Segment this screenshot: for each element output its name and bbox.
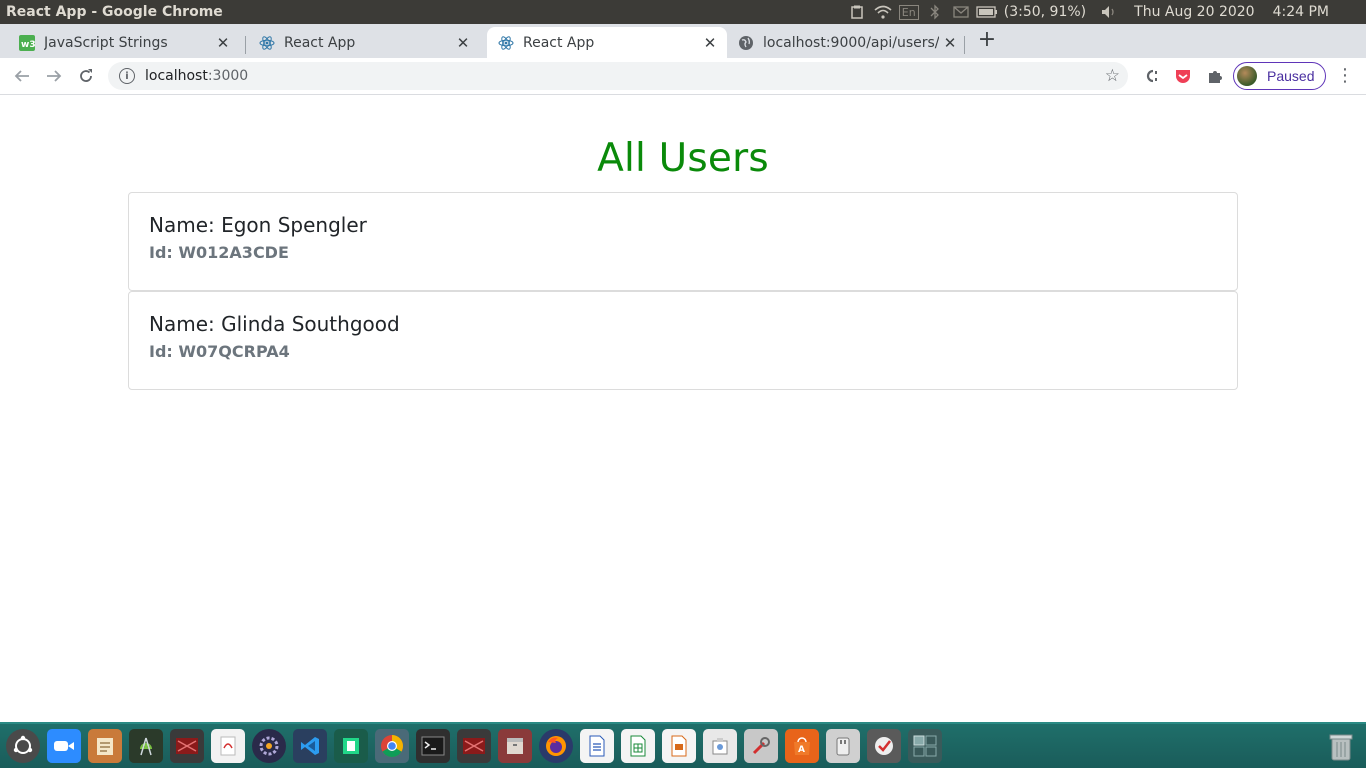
new-tab-button[interactable]: + (976, 29, 998, 53)
tab-label: React App (523, 34, 595, 51)
keyboard-layout-indicator[interactable]: En (896, 0, 922, 24)
android-studio-icon[interactable] (129, 729, 163, 763)
tab-label: JavaScript Strings (44, 34, 168, 51)
writer-document-icon[interactable] (580, 729, 614, 763)
tab-close-icon[interactable]: ✕ (452, 34, 474, 52)
chrome-menu-icon[interactable]: ⋮ (1336, 65, 1354, 86)
page-title: All Users (597, 136, 769, 181)
user-card: Name: Egon Spengler Id: W012A3CDE (128, 192, 1238, 291)
react-icon (259, 35, 275, 51)
url-host: localhost (145, 68, 208, 84)
page-content: All Users Name: Egon Spengler Id: W012A3… (0, 96, 1366, 722)
app-icon-red-2[interactable] (457, 729, 491, 763)
impress-presentation-icon[interactable] (662, 729, 696, 763)
tab-close-icon[interactable]: ✕ (699, 34, 721, 52)
wifi-icon[interactable] (870, 0, 896, 24)
battery-icon[interactable] (974, 0, 1000, 24)
forward-button[interactable] (42, 64, 66, 88)
browser-toolbar: i localhost:3000 ☆ Paused ⋮ (0, 58, 1366, 95)
mail-icon[interactable] (948, 0, 974, 24)
user-name: Name: Egon Spengler (149, 213, 367, 237)
reload-button[interactable] (74, 64, 98, 88)
tab-label: localhost:9000/api/users/ (763, 34, 939, 51)
url-port: :3000 (207, 68, 249, 84)
user-id: Id: W012A3CDE (149, 243, 289, 262)
avatar (1237, 66, 1257, 86)
profile-status-label: Paused (1267, 68, 1315, 84)
trash-icon[interactable] (1324, 728, 1358, 764)
url-text[interactable]: localhost:3000 (145, 68, 248, 84)
tab-javascript-strings[interactable]: w3 JavaScript Strings ✕ (0, 27, 240, 58)
battery-status: (3:50, 91%) (1003, 4, 1087, 20)
os-top-bar: React App - Google Chrome En (3:50, 91%)… (0, 0, 1366, 24)
extension-c-icon[interactable] (1141, 66, 1161, 86)
user-id: Id: W07QCRPA4 (149, 342, 290, 361)
launcher-dock: A (0, 722, 1366, 768)
tab-divider (964, 36, 965, 54)
calc-spreadsheet-icon[interactable] (621, 729, 655, 763)
bookmark-star-icon[interactable]: ☆ (1105, 66, 1120, 86)
system-tray: En (3:50, 91%) Thu Aug 20 2020 4:24 PM (844, 0, 1366, 24)
profile-button[interactable]: Paused (1233, 62, 1326, 90)
usb-creator-icon[interactable] (826, 729, 860, 763)
firefox-icon[interactable] (539, 729, 573, 763)
task-checker-icon[interactable] (867, 729, 901, 763)
clipboard-icon[interactable] (844, 0, 870, 24)
svg-text:w3: w3 (21, 40, 35, 50)
software-center-icon[interactable]: A (785, 729, 819, 763)
volume-icon[interactable] (1096, 0, 1122, 24)
tab-close-icon[interactable]: ✕ (939, 34, 961, 52)
file-archive-icon[interactable] (498, 729, 532, 763)
w3schools-icon: w3 (19, 34, 35, 51)
globe-icon (738, 35, 754, 51)
ubuntu-dash-icon[interactable] (6, 729, 40, 763)
zoom-icon[interactable] (47, 729, 81, 763)
settings-gear-icon[interactable] (252, 729, 286, 763)
pdf-viewer-icon[interactable] (211, 729, 245, 763)
bluetooth-icon[interactable] (922, 0, 948, 24)
package-installer-icon[interactable] (703, 729, 737, 763)
tab-close-icon[interactable]: ✕ (212, 34, 234, 52)
address-bar[interactable]: i localhost:3000 ☆ (108, 62, 1128, 90)
user-card: Name: Glinda Southgood Id: W07QCRPA4 (128, 291, 1238, 390)
vscode-icon[interactable] (293, 729, 327, 763)
site-info-icon[interactable]: i (119, 68, 135, 84)
tab-label: React App (284, 34, 356, 51)
pocket-icon[interactable] (1173, 66, 1193, 86)
pycharm-icon[interactable] (334, 729, 368, 763)
tab-react-app[interactable]: React App ✕ (240, 27, 480, 58)
window-title: React App - Google Chrome (6, 4, 223, 20)
back-button[interactable] (10, 64, 34, 88)
date-label[interactable]: Thu Aug 20 2020 (1122, 4, 1264, 20)
system-tools-icon[interactable] (744, 729, 778, 763)
react-icon (498, 35, 514, 51)
tab-strip: w3 JavaScript Strings ✕ React App ✕ Reac… (0, 24, 1366, 58)
text-editor-icon[interactable] (88, 729, 122, 763)
workspace-switcher-icon[interactable] (908, 729, 942, 763)
keyboard-layout-label: En (898, 4, 919, 20)
terminal-icon[interactable] (416, 729, 450, 763)
clock-label[interactable]: 4:24 PM (1265, 4, 1366, 20)
chrome-icon[interactable] (375, 729, 409, 763)
extensions-puzzle-icon[interactable] (1205, 66, 1225, 86)
tab-react-app-active[interactable]: React App ✕ (487, 27, 727, 58)
user-name: Name: Glinda Southgood (149, 312, 400, 336)
app-icon-red[interactable] (170, 729, 204, 763)
svg-text:A: A (798, 745, 805, 755)
tab-api-users[interactable]: localhost:9000/api/users/ ✕ (727, 27, 967, 58)
